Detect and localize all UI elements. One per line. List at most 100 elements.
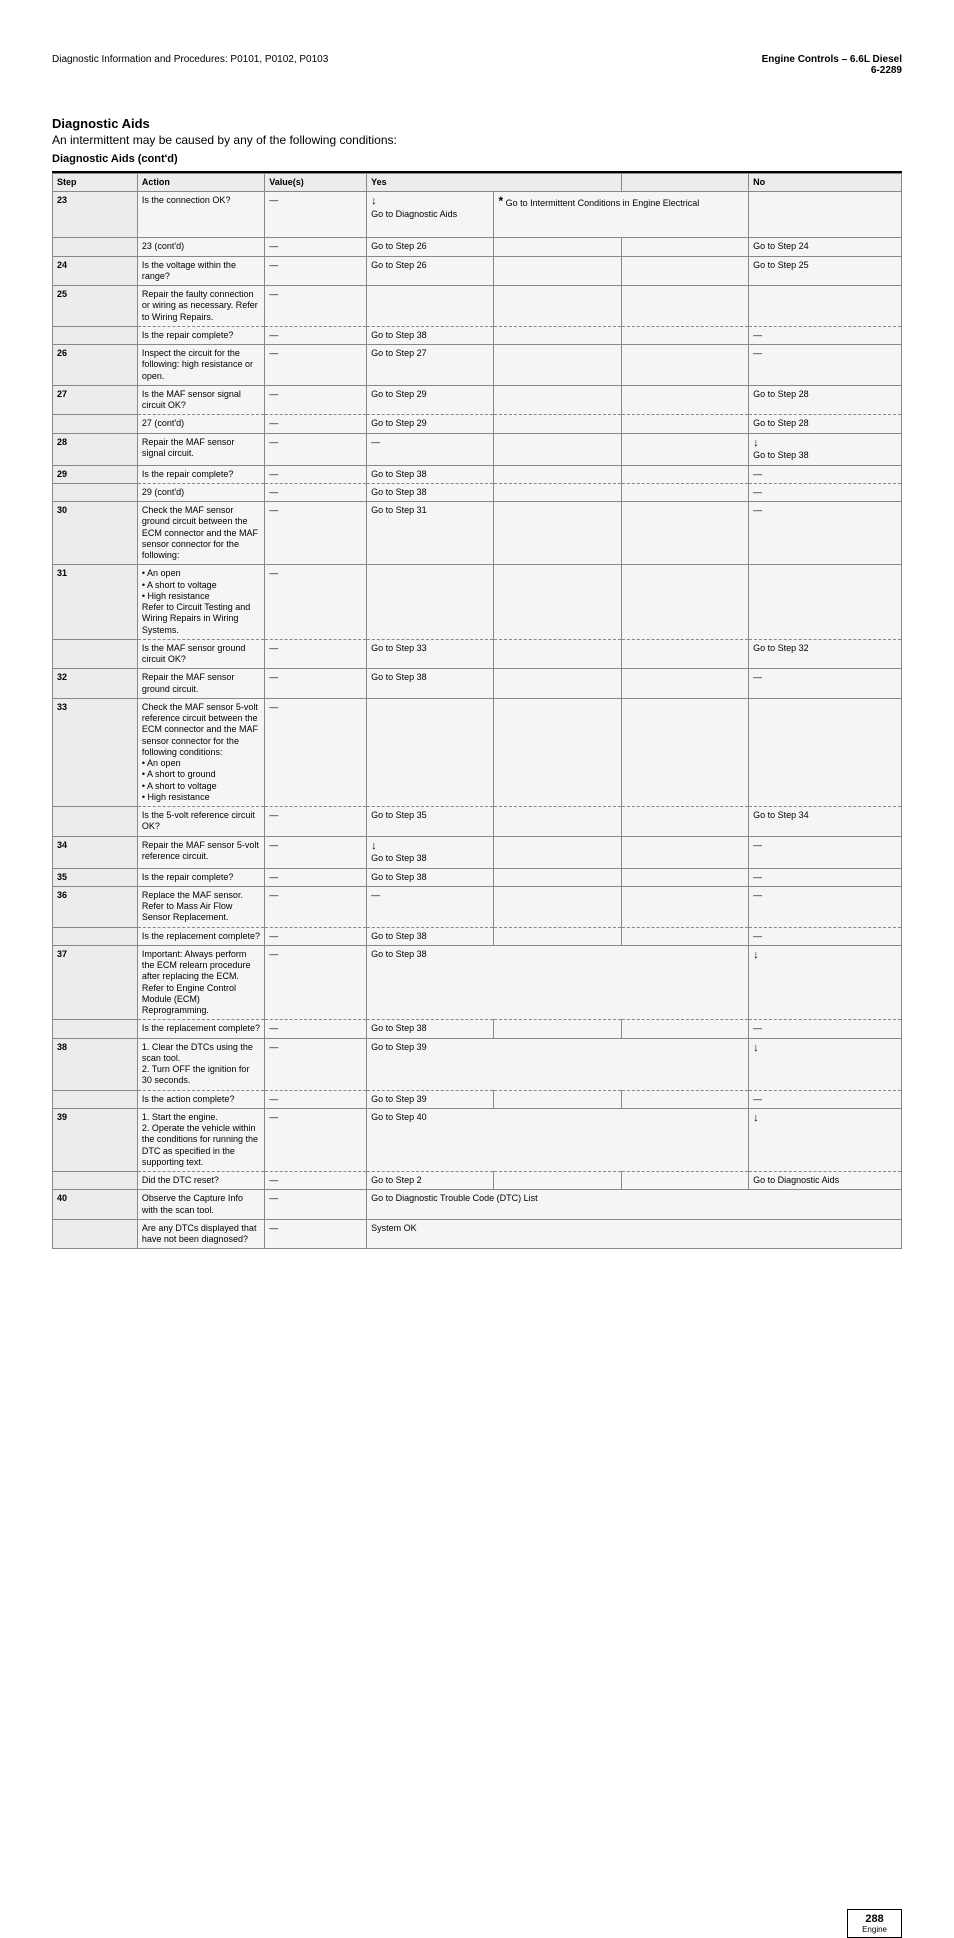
cell-yes2-cont <box>494 927 621 945</box>
cell-yes2-cont <box>494 639 621 669</box>
cell-no2: — <box>749 345 902 386</box>
cell-no2-cont: — <box>749 1020 902 1038</box>
cell-step-cont <box>53 807 138 837</box>
cell-yes-cont: Go to Step 2 <box>367 1172 494 1190</box>
cell-yes2-cont <box>494 807 621 837</box>
cell-step-cont <box>53 1090 138 1108</box>
cell-no2: Go to Step 25 <box>749 256 902 286</box>
cell-yes: ↓Go to Diagnostic Aids <box>367 192 494 238</box>
cell-yes-wide: Go to Step 39 <box>367 1038 749 1090</box>
cell-step-cont <box>53 1020 138 1038</box>
dm-sub1: An intermittent may be caused by any of … <box>52 133 902 147</box>
cell-yes2-cont <box>494 1172 621 1190</box>
cell-no1 <box>621 433 748 465</box>
arrow-down-icon: ↓ <box>753 1042 759 1054</box>
cell-no1-cont <box>621 1172 748 1190</box>
cell-yes2-cont <box>494 1090 621 1108</box>
cell-values: — <box>265 465 367 483</box>
cell-step: 38 <box>53 1038 138 1090</box>
cell-step-cont <box>53 326 138 344</box>
table-row-cont: Is the replacement complete?—Go to Step … <box>53 1020 902 1038</box>
cell-yes-full: System OK <box>367 1219 902 1249</box>
cell-values: — <box>265 1108 367 1171</box>
cell-no2-cont: — <box>749 927 902 945</box>
cell-step-cont <box>53 238 138 256</box>
cell-step: 34 <box>53 836 138 868</box>
cell-action: Important: Always perform the ECM relear… <box>137 945 264 1020</box>
table-row: 34Repair the MAF sensor 5-volt reference… <box>53 836 902 868</box>
cell-values-cont: — <box>265 807 367 837</box>
cell-yes: Go to Step 27 <box>367 345 494 386</box>
cell-values: — <box>265 1038 367 1090</box>
table-row: 26Inspect the circuit for the following:… <box>53 345 902 386</box>
th-step: Step <box>53 174 138 192</box>
table-row: 29Is the repair complete?—Go to Step 38— <box>53 465 902 483</box>
running-title-left: Diagnostic Information and Procedures: P… <box>52 54 328 65</box>
table-row-cont: Is the 5-volt reference circuit OK?—Go t… <box>53 807 902 837</box>
arrow-down-icon: ↓ <box>371 195 377 207</box>
cell-yes-wide: Go to Step 38 <box>367 945 749 1020</box>
cell-yes2 <box>494 868 621 886</box>
table-row: 24Is the voltage within the range?—Go to… <box>53 256 902 286</box>
cell-yes2 <box>494 565 621 640</box>
cell-values: — <box>265 836 367 868</box>
cell-no2-cont: — <box>749 483 902 501</box>
cell-values: — <box>265 698 367 806</box>
cell-values-cont: — <box>265 326 367 344</box>
cell-no1-cont <box>621 927 748 945</box>
cell-no2-cont: Go to Step 24 <box>749 238 902 256</box>
cell-no2: — <box>749 836 902 868</box>
cell-no1 <box>621 669 748 699</box>
cell-action-cont: Is the 5-volt reference circuit OK? <box>137 807 264 837</box>
table-row: Are any DTCs displayed that have not bee… <box>53 1219 902 1249</box>
cell-yes2 <box>494 286 621 327</box>
cell-no1-cont <box>621 1020 748 1038</box>
cell-action: Check the MAF sensor 5-volt reference ci… <box>137 698 264 806</box>
cell-no2-cont: — <box>749 1090 902 1108</box>
cell-action: Is the repair complete? <box>137 868 264 886</box>
cell-yes-cont: Go to Step 35 <box>367 807 494 837</box>
cell-action: Repair the MAF sensor 5-volt reference c… <box>137 836 264 868</box>
cell-step: 33 <box>53 698 138 806</box>
cell-action: Inspect the circuit for the following: h… <box>137 345 264 386</box>
cell-step: 40 <box>53 1190 138 1220</box>
cell-yes2 <box>494 385 621 415</box>
cell-no2: — <box>749 502 902 565</box>
cell-step: 27 <box>53 385 138 415</box>
cell-action: Is the voltage within the range? <box>137 256 264 286</box>
cell-values: — <box>265 945 367 1020</box>
cell-step-cont <box>53 483 138 501</box>
cell-yes: Go to Step 38 <box>367 868 494 886</box>
cont-label: Diagnostic Aids (cont'd) <box>52 153 902 165</box>
cell-yes2 <box>494 669 621 699</box>
title-block: Diagnostic Aids An intermittent may be c… <box>52 116 902 147</box>
cell-values: — <box>265 286 367 327</box>
cell-no: ↓ <box>749 1038 902 1090</box>
cell-action: • An open • A short to voltage • High re… <box>137 565 264 640</box>
cell-action: 1. Start the engine. 2. Operate the vehi… <box>137 1108 264 1171</box>
cell-values: — <box>265 669 367 699</box>
cell-no1 <box>621 502 748 565</box>
cell-values-cont: — <box>265 1172 367 1190</box>
cell-no2 <box>749 286 902 327</box>
cell-no2-cont: — <box>749 326 902 344</box>
cell-no1 <box>621 256 748 286</box>
cell-values-cont: — <box>265 1090 367 1108</box>
table-row: 27Is the MAF sensor signal circuit OK?—G… <box>53 385 902 415</box>
cell-no1-cont <box>621 415 748 433</box>
cell-yes: — <box>367 886 494 927</box>
cell-no1 <box>621 836 748 868</box>
cell-yes-cont: Go to Step 39 <box>367 1090 494 1108</box>
cell-values: — <box>265 192 367 238</box>
cell-values: — <box>265 886 367 927</box>
cell-yes2-cont <box>494 483 621 501</box>
cell-no2: — <box>749 669 902 699</box>
cell-spare <box>749 192 902 238</box>
cell-no: ↓ <box>749 945 902 1020</box>
table-row-cont: Is the repair complete?—Go to Step 38— <box>53 326 902 344</box>
cell-step-cont <box>53 927 138 945</box>
cell-values: — <box>265 1219 367 1249</box>
cell-step: 30 <box>53 502 138 565</box>
th-no-1 <box>621 174 748 192</box>
cell-yes: Go to Step 29 <box>367 385 494 415</box>
